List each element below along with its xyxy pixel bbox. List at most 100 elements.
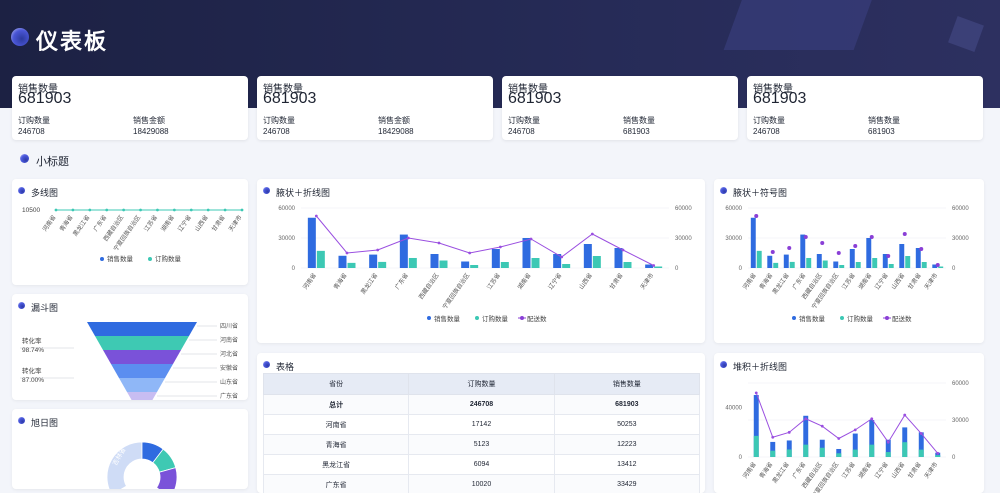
bar bbox=[440, 261, 448, 269]
bar bbox=[317, 251, 325, 268]
bar bbox=[820, 448, 825, 457]
data-point bbox=[821, 425, 824, 428]
bar bbox=[767, 256, 772, 268]
bar bbox=[751, 218, 756, 268]
symbol-point bbox=[804, 235, 808, 239]
data-point bbox=[72, 209, 75, 212]
data-point bbox=[920, 432, 923, 435]
sunburst-card: 旭日图 吉林省 bbox=[12, 409, 248, 489]
data-point bbox=[560, 256, 563, 259]
table-cell: 10020 bbox=[409, 475, 554, 493]
kpi-sub-label: 销售数量 bbox=[868, 115, 900, 126]
table-cell: 246708 bbox=[409, 395, 554, 415]
funnel-stage-label: 河南省 bbox=[220, 336, 238, 344]
symbol-point bbox=[787, 246, 791, 250]
data-point bbox=[755, 391, 758, 394]
kpi-card: 销售数量 681903 订购数量 246708 销售金额 18429088 bbox=[257, 76, 493, 140]
x-tick-label: 江苏省 bbox=[840, 461, 857, 480]
bar bbox=[833, 262, 838, 269]
section-title: 小标题 bbox=[36, 153, 69, 169]
x-tick-label: 河南省 bbox=[301, 272, 318, 291]
y-tick-label: 40000 bbox=[725, 405, 742, 411]
sunburst-chart: 吉林省 bbox=[12, 409, 248, 489]
conversion-label: 转化率 bbox=[22, 336, 42, 345]
data-point bbox=[936, 452, 939, 455]
bar bbox=[770, 451, 775, 457]
kpi-sub-label: 销售数量 bbox=[623, 115, 655, 126]
bar bbox=[905, 256, 910, 268]
data-point bbox=[837, 437, 840, 440]
data-point bbox=[622, 249, 625, 252]
x-tick-label: 山西省 bbox=[193, 214, 210, 233]
x-tick-label: 山西省 bbox=[890, 461, 907, 480]
bar bbox=[790, 262, 795, 268]
funnel-stage-label: 安徽省 bbox=[220, 364, 238, 372]
y-tick-label-right: 60000 bbox=[952, 206, 969, 212]
data-point bbox=[105, 209, 108, 212]
x-tick-label: 河南省 bbox=[741, 272, 758, 291]
kpi-sub-value: 246708 bbox=[263, 127, 290, 136]
bar bbox=[935, 455, 940, 457]
bar bbox=[348, 263, 356, 268]
card-bullet-icon bbox=[263, 361, 270, 368]
symbol-point bbox=[820, 241, 824, 245]
data-point bbox=[854, 428, 857, 431]
legend-marker bbox=[885, 316, 889, 320]
legend-label: 销售数量 bbox=[799, 314, 826, 323]
data-point bbox=[804, 417, 807, 420]
bar bbox=[492, 249, 500, 268]
y-tick-label-right: 30000 bbox=[675, 236, 692, 242]
bar bbox=[308, 218, 316, 268]
kpi-sub-label: 销售金额 bbox=[378, 115, 410, 126]
bar bbox=[584, 244, 592, 268]
bar-line-chart: 6000030000060000300000河南省青海省黑龙江省广东省西藏自治区… bbox=[257, 179, 705, 343]
y-tick-label: 0 bbox=[739, 455, 743, 461]
stack-line-card: 堆积＋折线图 40000060000300000河南省青海省黑龙江省广东省西藏自… bbox=[714, 353, 984, 493]
kpi-sub-value: 18429088 bbox=[133, 127, 169, 136]
symbol-point bbox=[771, 250, 775, 254]
table-cell: 13412 bbox=[554, 455, 699, 475]
bar bbox=[339, 256, 347, 268]
table-cell: 50253 bbox=[554, 415, 699, 435]
table-header-row: 省份 订购数量 销售数量 bbox=[264, 374, 700, 395]
bar bbox=[899, 244, 904, 268]
x-tick-label: 辽宁省 bbox=[873, 272, 890, 291]
data-point bbox=[315, 215, 318, 218]
data-point bbox=[224, 209, 227, 212]
x-tick-label: 青海省 bbox=[332, 272, 349, 291]
data-point bbox=[468, 252, 471, 255]
table-cell: 6094 bbox=[409, 455, 554, 475]
table-cell: 黑龙江省 bbox=[264, 455, 409, 475]
legend-label: 配送数 bbox=[527, 314, 547, 323]
bar bbox=[800, 235, 805, 268]
bar bbox=[787, 449, 792, 457]
x-tick-label: 甘肃省 bbox=[906, 461, 923, 480]
bar bbox=[378, 262, 386, 268]
kpi-value: 681903 bbox=[18, 90, 71, 108]
multiline-card: 多线图 10500河南省青海省黑龙江省广东省西藏自治区宁夏回族自治区江苏省湖南省… bbox=[12, 179, 248, 285]
bar bbox=[938, 267, 943, 269]
x-tick-label: 湖南省 bbox=[516, 272, 533, 291]
data-point bbox=[122, 209, 125, 212]
x-tick-label: 宁夏回族自治区 bbox=[810, 272, 841, 311]
kpi-value: 681903 bbox=[508, 90, 561, 108]
bar bbox=[562, 264, 570, 268]
x-tick-label: 天津市 bbox=[923, 272, 940, 291]
data-table: 省份 订购数量 销售数量 总计 246708 681903 河南省 17142 … bbox=[263, 373, 700, 493]
table-row: 黑龙江省 6094 13412 bbox=[264, 455, 700, 475]
x-tick-label: 湖南省 bbox=[857, 272, 874, 291]
data-point bbox=[530, 238, 533, 241]
bar bbox=[839, 265, 844, 268]
x-tick-label: 广东省 bbox=[91, 214, 108, 233]
table-row: 河南省 17142 50253 bbox=[264, 415, 700, 435]
data-point bbox=[438, 242, 441, 245]
bar-symbol-card: 腋状＋符号图 6000030000060000300000河南省青海省黑龙江省广… bbox=[714, 179, 984, 343]
bar-symbol-chart: 6000030000060000300000河南省青海省黑龙江省广东省西藏自治区… bbox=[714, 179, 984, 343]
y-tick-label-right: 0 bbox=[675, 266, 679, 272]
x-tick-label: 广东省 bbox=[791, 461, 808, 480]
bar bbox=[919, 450, 924, 457]
y-tick-label: 60000 bbox=[725, 206, 742, 212]
symbol-point bbox=[870, 235, 874, 239]
bar bbox=[754, 436, 759, 457]
bar bbox=[369, 255, 377, 268]
